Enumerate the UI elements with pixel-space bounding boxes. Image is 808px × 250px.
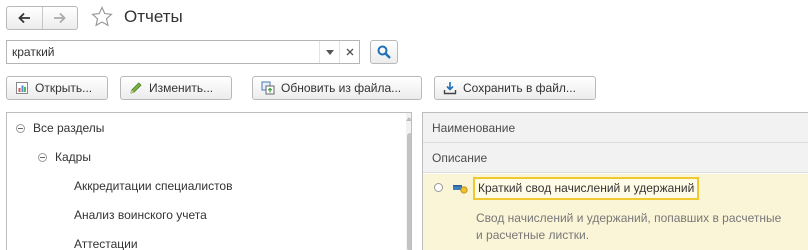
report-name[interactable]: Краткий свод начислений и удержаний: [473, 177, 700, 200]
tree-scrollbar-thumb[interactable]: [407, 133, 411, 250]
tree-item[interactable]: Аттестации: [74, 234, 138, 250]
scroll-up-icon[interactable]: [405, 115, 412, 123]
tree-item-label: Кадры: [55, 150, 91, 164]
update-from-file-button[interactable]: Обновить из файла...: [252, 76, 422, 100]
report-description-line: Свод начислений и удержаний, попавших в …: [476, 211, 782, 225]
back-arrow-icon: [18, 12, 31, 24]
tree-item[interactable]: Анализ воинского учета: [74, 205, 207, 225]
update-from-file-button-label: Обновить из файла...: [281, 81, 402, 95]
tree-item-label: Аттестации: [74, 237, 138, 250]
row-radio[interactable]: [434, 183, 443, 192]
tree-item-all-sections[interactable]: Все разделы: [16, 118, 104, 138]
star-icon: [91, 6, 113, 27]
edit-button-label: Изменить...: [149, 81, 214, 95]
report-icon: [15, 81, 29, 95]
navigation-buttons: [6, 6, 78, 30]
clear-icon: [346, 48, 353, 56]
save-to-file-button[interactable]: Сохранить в файл...: [434, 76, 596, 100]
collapse-icon[interactable]: [16, 123, 25, 133]
tree-item-label: Все разделы: [33, 121, 105, 135]
page-title: Отчеты: [124, 7, 183, 26]
search-dropdown-button[interactable]: [319, 41, 339, 63]
forward-arrow-icon: [53, 12, 66, 24]
tree-item-label: Аккредитации специалистов: [74, 179, 233, 193]
pencil-icon: [129, 81, 143, 95]
edit-button[interactable]: Изменить...: [120, 76, 232, 100]
forward-button[interactable]: [41, 7, 78, 29]
report-description: Свод начислений и удержаний, попавших в …: [476, 210, 808, 244]
back-button[interactable]: [7, 7, 42, 29]
favorite-star-button[interactable]: [90, 5, 114, 29]
search-clear-button[interactable]: [339, 41, 359, 63]
tree-item-kadry[interactable]: Кадры: [38, 147, 91, 167]
tree-item-label: Анализ воинского учета: [74, 208, 207, 222]
report-description-line: и расчетные листки.: [476, 228, 590, 242]
dropdown-chevron-icon: [325, 49, 334, 55]
open-button[interactable]: Открыть...: [6, 76, 108, 100]
save-to-file-icon: [443, 81, 457, 95]
search-input[interactable]: [7, 41, 315, 63]
collapse-icon[interactable]: [38, 152, 47, 162]
reports-list: Наименование Описание Краткий свод начис…: [422, 112, 808, 250]
open-button-label: Открыть...: [35, 81, 93, 95]
column-header-name[interactable]: Наименование: [423, 113, 808, 143]
update-from-file-icon: [261, 81, 275, 95]
tree-item[interactable]: Аккредитации специалистов: [74, 176, 232, 196]
save-to-file-button-label: Сохранить в файл...: [463, 81, 576, 95]
search-icon: [377, 45, 391, 59]
column-header-description[interactable]: Описание: [423, 143, 808, 173]
search-field[interactable]: [6, 40, 360, 64]
sections-tree: Все разделы Кадры Аккредитации специалис…: [6, 112, 412, 250]
search-button[interactable]: [370, 40, 398, 64]
report-item-icon: [453, 185, 468, 194]
